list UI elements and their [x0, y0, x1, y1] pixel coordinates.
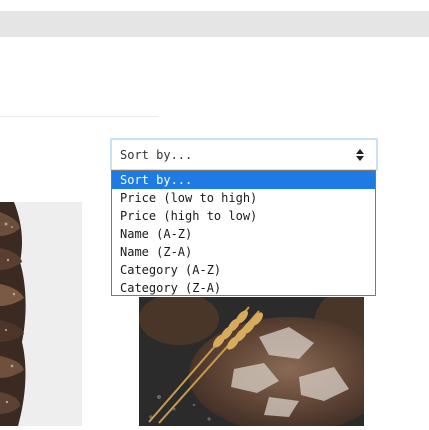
sort-option-name-desc[interactable]: Name (Z-A) [112, 243, 375, 261]
top-bar [0, 11, 429, 37]
sort-dropdown-list[interactable]: Sort by... Price (low to high) Price (hi… [111, 170, 376, 296]
sort-option-price-asc[interactable]: Price (low to high) [112, 189, 375, 207]
rustic-bread-picture [139, 297, 364, 426]
sliced-bread-picture [0, 202, 82, 426]
sort-select-value: Sort by... [120, 147, 193, 162]
sort-select[interactable]: Sort by... [110, 138, 378, 171]
rustic-bread-image[interactable] [139, 297, 364, 426]
sort-option-name-asc[interactable]: Name (A-Z) [112, 225, 375, 243]
sliced-bread-image[interactable] [0, 202, 82, 426]
divider [0, 116, 158, 117]
sort-option-default[interactable]: Sort by... [112, 171, 375, 189]
sort-option-category-desc[interactable]: Category (Z-A) [112, 279, 375, 297]
sort-updown-icon [356, 148, 364, 162]
sort-option-price-desc[interactable]: Price (high to low) [112, 207, 375, 225]
sort-option-category-asc[interactable]: Category (A-Z) [112, 261, 375, 279]
page-root: Sort by... Sort by... Price (low to high… [0, 0, 429, 430]
